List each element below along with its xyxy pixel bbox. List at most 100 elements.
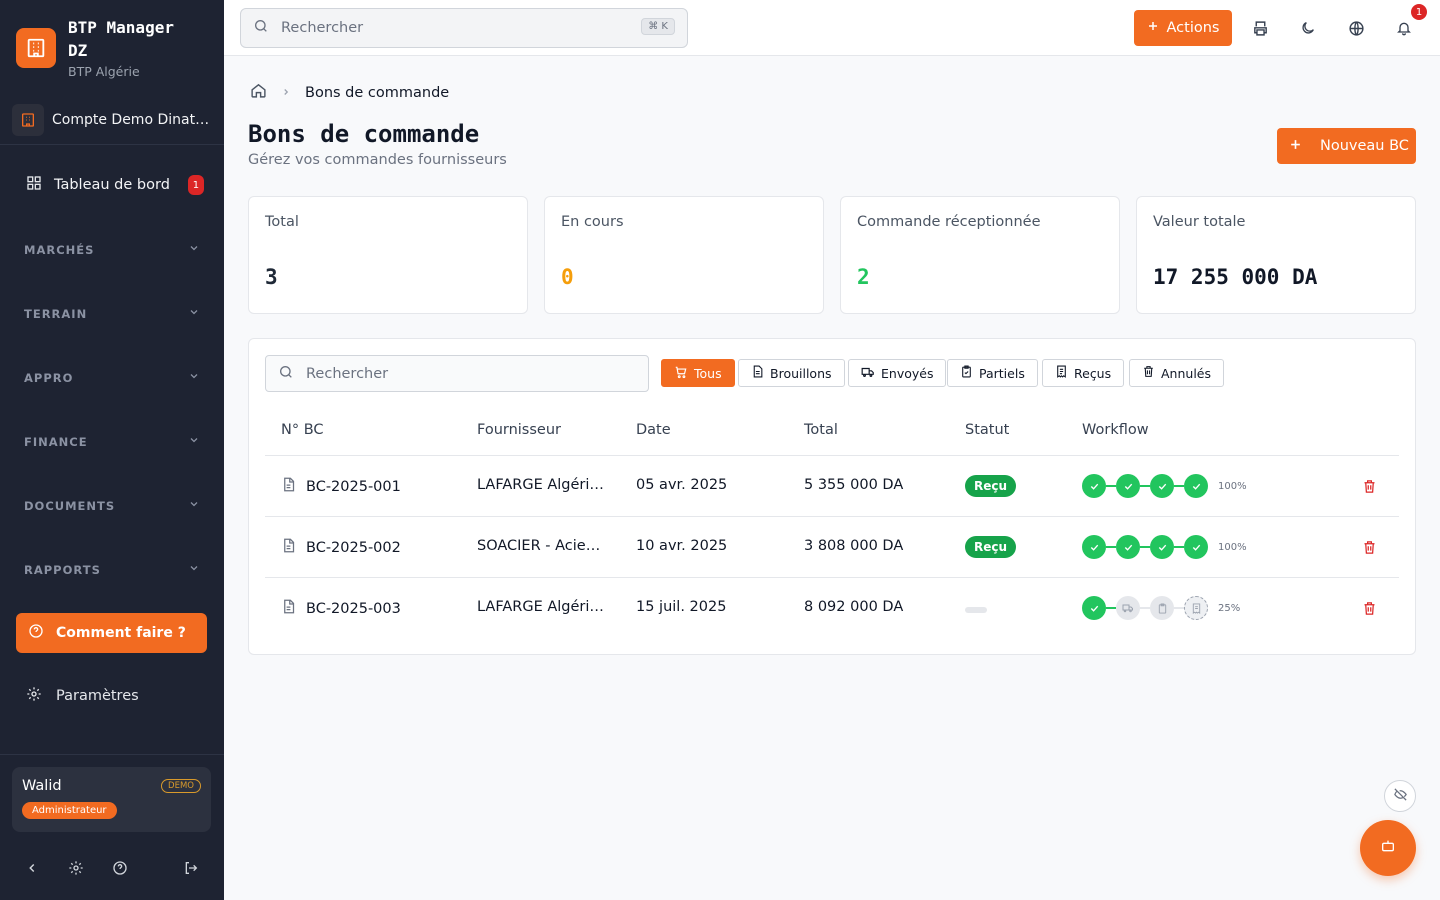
filter-recus[interactable]: Reçus <box>1042 359 1125 387</box>
chevron-down-icon <box>188 370 200 385</box>
delete-trash-icon[interactable] <box>1360 538 1378 556</box>
divider <box>265 516 1399 517</box>
stat-value: 0 <box>561 265 574 289</box>
receipt-icon <box>1184 596 1208 620</box>
plus-icon <box>1147 20 1159 36</box>
help-button-label: Comment faire ? <box>56 625 186 641</box>
workflow-link <box>1174 607 1184 609</box>
building-icon <box>12 104 44 136</box>
table-search-input[interactable]: Rechercher <box>265 355 649 392</box>
col-header-supplier[interactable]: Fournisseur <box>477 422 561 438</box>
filter-annules[interactable]: Annulés <box>1129 359 1224 387</box>
supplier-cell: LAFARGE Algéri… <box>477 599 604 615</box>
stat-label: Commande réceptionnée <box>857 214 1041 230</box>
demo-badge: DEMO <box>161 779 201 793</box>
check-icon <box>1082 596 1106 620</box>
bc-number: BC-2025-002 <box>306 539 401 556</box>
nav-section-documents[interactable]: DOCUMENTS <box>24 498 200 513</box>
help-icon[interactable] <box>104 852 136 884</box>
nav-section-appro[interactable]: APPRO <box>24 370 200 385</box>
bot-icon <box>1380 838 1396 858</box>
page-title: Bons de commande <box>248 120 480 148</box>
col-header-status[interactable]: Statut <box>965 422 1009 438</box>
row-num-cell[interactable]: BC-2025-003 <box>281 599 401 618</box>
role-badge: Administrateur <box>22 802 117 819</box>
check-icon <box>1116 474 1140 498</box>
workflow-progress: 100% <box>1082 535 1247 559</box>
filter-envoyes[interactable]: Envoyés <box>848 359 947 387</box>
delete-trash-icon[interactable] <box>1360 477 1378 495</box>
assistant-bot-button[interactable] <box>1360 820 1416 876</box>
nav-dashboard[interactable]: Tableau de bord 1 <box>16 168 208 202</box>
workflow-progress: 25% <box>1082 596 1240 620</box>
col-header-workflow[interactable]: Workflow <box>1082 422 1149 438</box>
printer-icon[interactable] <box>1244 12 1276 44</box>
col-header-num[interactable]: N° BC <box>281 422 324 438</box>
date-cell: 15 juil. 2025 <box>636 599 727 615</box>
chevron-down-icon <box>188 306 200 321</box>
stat-value: 3 <box>265 265 278 289</box>
check-icon <box>1184 474 1208 498</box>
eye-off-toggle[interactable] <box>1384 780 1416 812</box>
check-icon <box>1150 535 1174 559</box>
moon-icon[interactable] <box>1292 12 1324 44</box>
stat-card-receptionnee: Commande réceptionnée 2 <box>840 196 1120 314</box>
section-label: APPRO <box>24 370 74 385</box>
global-search-input[interactable]: Rechercher ⌘ K <box>240 8 688 48</box>
check-icon <box>1116 535 1140 559</box>
delete-trash-icon[interactable] <box>1360 599 1378 617</box>
filter-partiels[interactable]: Partiels <box>947 359 1038 387</box>
check-icon <box>1082 474 1106 498</box>
help-button[interactable]: Comment faire ? <box>16 613 207 653</box>
logout-icon[interactable] <box>175 852 207 884</box>
table-search-placeholder: Rechercher <box>306 365 389 382</box>
nav-section-marches[interactable]: MARCHÉS <box>24 242 200 257</box>
col-header-date[interactable]: Date <box>636 422 671 438</box>
home-icon[interactable] <box>250 82 267 103</box>
actions-button[interactable]: Actions <box>1134 10 1232 46</box>
plus-icon <box>1289 138 1302 155</box>
filter-brouillons[interactable]: Brouillons <box>738 359 845 387</box>
settings-gear-icon[interactable] <box>60 852 92 884</box>
filter-label: Partiels <box>979 365 1025 381</box>
nav-section-finance[interactable]: FINANCE <box>24 434 200 449</box>
stat-label: Total <box>265 214 299 230</box>
workflow-link <box>1106 546 1116 548</box>
dashboard-grid-icon <box>26 175 42 195</box>
col-header-total[interactable]: Total <box>804 422 838 438</box>
total-cell: 3 808 000 DA <box>804 538 904 554</box>
breadcrumb-current: Bons de commande <box>305 84 450 101</box>
nav-dashboard-label: Tableau de bord <box>54 177 170 193</box>
globe-icon[interactable] <box>1340 12 1372 44</box>
collapse-chevron-left-icon[interactable] <box>16 852 48 884</box>
stat-value: 2 <box>857 265 870 289</box>
document-icon <box>281 538 296 557</box>
account-switcher[interactable]: Compte Demo Dinate… <box>12 104 212 136</box>
workflow-link <box>1140 607 1150 609</box>
section-label: TERRAIN <box>24 306 88 321</box>
nav-section-rapports[interactable]: RAPPORTS <box>24 562 200 577</box>
sidebar-footer <box>0 852 224 884</box>
user-card[interactable]: Walid DEMO Administrateur <box>12 767 211 832</box>
row-num-cell[interactable]: BC-2025-002 <box>281 538 401 557</box>
clipboard-check-icon <box>960 365 973 381</box>
section-label: DOCUMENTS <box>24 498 116 513</box>
nav-section-terrain[interactable]: TERRAIN <box>24 306 200 321</box>
help-circle-icon <box>28 623 44 643</box>
new-bc-button[interactable]: Nouveau BC <box>1277 128 1416 164</box>
workflow-link <box>1106 607 1116 609</box>
brand[interactable]: BTP Manager DZ BTP Algérie <box>16 16 198 79</box>
orders-table-card: Rechercher Tous Brouillons Envoyés Parti… <box>248 338 1416 655</box>
row-num-cell[interactable]: BC-2025-001 <box>281 477 401 496</box>
nav-settings[interactable]: Paramètres <box>26 686 139 706</box>
shortcut-hint: ⌘ K <box>641 18 675 35</box>
filter-label: Reçus <box>1074 365 1112 381</box>
filter-tous[interactable]: Tous <box>661 359 735 387</box>
truck-icon <box>861 365 875 382</box>
gear-icon <box>26 686 42 706</box>
chevron-down-icon <box>188 434 200 449</box>
stat-card-total: Total 3 <box>248 196 528 314</box>
bc-number: BC-2025-003 <box>306 600 401 617</box>
workflow-link <box>1174 546 1184 548</box>
check-icon <box>1184 535 1208 559</box>
